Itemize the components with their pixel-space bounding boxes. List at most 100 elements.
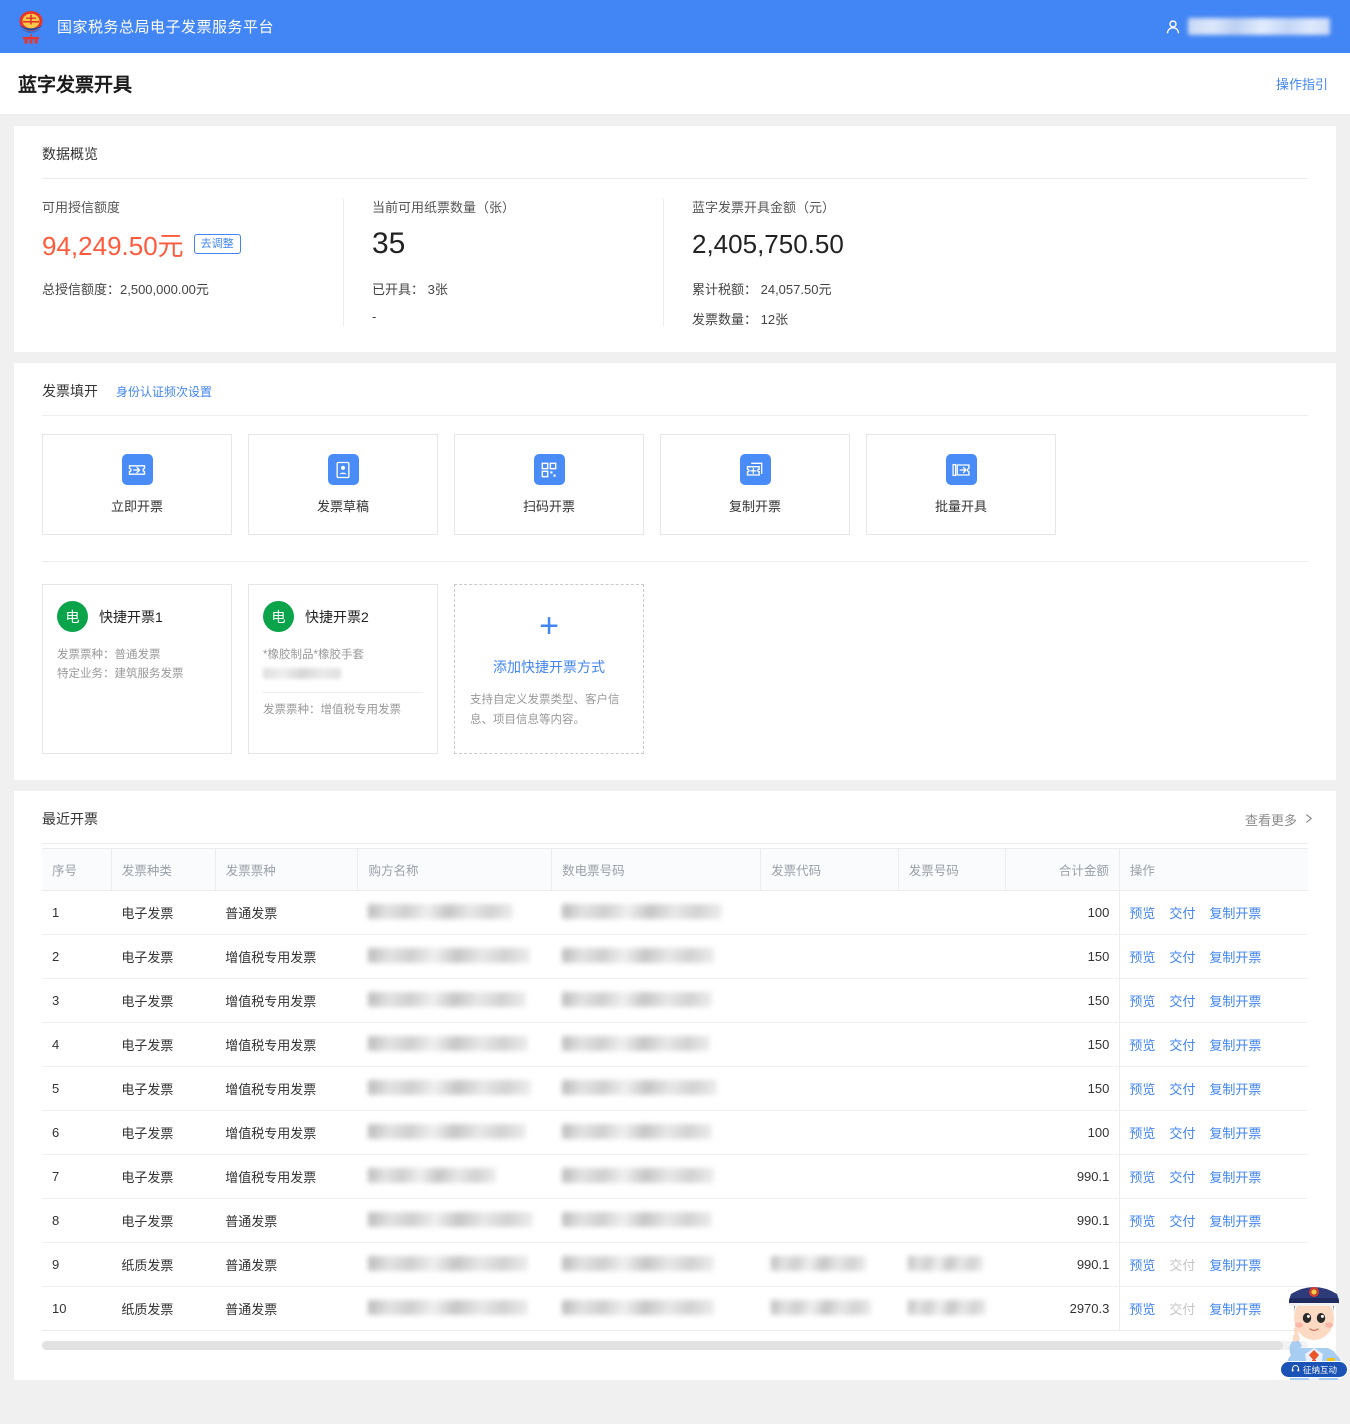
overview-body: 可用授信额度 94,249.50元 去调整 总授信额度：2,500,000.00… (14, 179, 1336, 352)
cell-invoice-kind: 纸质发票 (111, 1287, 215, 1331)
tile-issue-now[interactable]: 立即开票 (42, 434, 232, 535)
cell-invoice-kind: 电子发票 (111, 1155, 215, 1199)
tile-batch-issue[interactable]: 批量开具 (866, 434, 1056, 535)
preview-link[interactable]: 预览 (1129, 994, 1155, 1009)
paper-value: 35 (372, 227, 405, 261)
table-row: 6电子发票增值税专用发票100预览交付复制开票 (42, 1111, 1308, 1155)
quick-card-title: 快捷开票2 (305, 607, 369, 627)
table-row: 2电子发票增值税专用发票150预览交付复制开票 (42, 935, 1308, 979)
cell-invoice-no (898, 891, 1005, 935)
copy-invoice-link[interactable]: 复制开票 (1209, 906, 1261, 921)
tile-scan-code[interactable]: 扫码开票 (454, 434, 644, 535)
copy-invoice-link[interactable]: 复制开票 (1209, 994, 1261, 1009)
recent-title: 最近开票 (42, 809, 98, 829)
preview-link[interactable]: 预览 (1129, 906, 1155, 921)
preview-link[interactable]: 预览 (1129, 1126, 1155, 1141)
mascot-badge[interactable]: 征纳互动 (1280, 1361, 1348, 1378)
deliver-link[interactable]: 交付 (1169, 950, 1195, 965)
deliver-link[interactable]: 交付 (1169, 906, 1195, 921)
horizontal-scrollbar[interactable] (42, 1341, 1308, 1350)
invoice-batch-icon (946, 454, 977, 485)
table-row: 5电子发票增值税专用发票150预览交付复制开票 (42, 1067, 1308, 1111)
deliver-link[interactable]: 交付 (1169, 1038, 1195, 1053)
tile-invoice-draft[interactable]: 发票草稿 (248, 434, 438, 535)
add-quick-invoice-card[interactable]: + 添加快捷开票方式 支持自定义发票类型、客户信息、项目信息等内容。 (454, 584, 644, 754)
deliver-link[interactable]: 交付 (1169, 1082, 1195, 1097)
preview-link[interactable]: 预览 (1129, 1214, 1155, 1229)
col-total-amount: 合计金额 (1005, 849, 1119, 891)
page-title-bar: 蓝字发票开具 操作指引 (0, 53, 1350, 115)
deliver-link[interactable]: 交付 (1169, 1214, 1195, 1229)
redacted-value (562, 1168, 714, 1183)
preview-link[interactable]: 预览 (1129, 1302, 1155, 1317)
user-name-redacted (1188, 18, 1330, 35)
cell-buyer-name (358, 1199, 552, 1243)
quick-invoice-card-1[interactable]: 电 快捷开票1 发票票种：普通发票 特定业务：建筑服务发票 (42, 584, 232, 754)
cell-invoice-code (761, 1243, 899, 1287)
cell-invoice-type: 普通发票 (215, 1287, 358, 1331)
redacted-value (368, 1036, 528, 1051)
headset-icon (1291, 1364, 1300, 1375)
cell-invoice-no (898, 1243, 1005, 1287)
recent-table-wrapper: 序号 发票种类 发票票种 购方名称 数电票号码 发票代码 发票号码 合计金额 操… (14, 844, 1336, 1331)
tax-assistant-mascot[interactable]: 征纳互动 (1280, 1246, 1348, 1380)
copy-invoice-link[interactable]: 复制开票 (1209, 1126, 1261, 1141)
tile-copy-invoice[interactable]: 复制开票 (660, 434, 850, 535)
cell-invoice-code (761, 1199, 899, 1243)
cell-buyer-name (358, 1067, 552, 1111)
preview-link[interactable]: 预览 (1129, 950, 1155, 965)
redacted-value (908, 1300, 986, 1315)
cell-invoice-kind: 电子发票 (111, 891, 215, 935)
scrollbar-thumb[interactable] (42, 1341, 1283, 1350)
cell-operations: 预览交付复制开票 (1119, 891, 1308, 935)
adjust-credit-button[interactable]: 去调整 (194, 234, 241, 254)
paper-label: 当前可用纸票数量（张） (372, 197, 636, 216)
cell-digital-invoice-no (552, 1067, 761, 1111)
deliver-link[interactable]: 交付 (1169, 1170, 1195, 1185)
invoice-fill-card: 发票填开 身份认证频次设置 立即开票 (14, 363, 1336, 780)
preview-link[interactable]: 预览 (1129, 1258, 1155, 1273)
cell-total-amount: 150 (1005, 979, 1119, 1023)
table-row: 4电子发票增值税专用发票150预览交付复制开票 (42, 1023, 1308, 1067)
cell-total-amount: 150 (1005, 1067, 1119, 1111)
electronic-badge-icon: 电 (263, 601, 294, 632)
view-more-button[interactable]: 查看更多 (1245, 810, 1314, 829)
cell-buyer-name (358, 979, 552, 1023)
preview-link[interactable]: 预览 (1129, 1082, 1155, 1097)
cell-digital-invoice-no (552, 891, 761, 935)
redacted-value (368, 1124, 526, 1139)
cell-buyer-name (358, 935, 552, 979)
copy-invoice-link[interactable]: 复制开票 (1209, 1038, 1261, 1053)
invoice-draft-icon (328, 454, 359, 485)
identity-frequency-settings-link[interactable]: 身份认证频次设置 (116, 383, 212, 400)
redacted-value (771, 1256, 866, 1271)
copy-invoice-link[interactable]: 复制开票 (1209, 950, 1261, 965)
redacted-value (368, 1168, 496, 1183)
copy-invoice-link[interactable]: 复制开票 (1209, 1170, 1261, 1185)
redacted-value (562, 948, 714, 963)
quick-invoice-card-2[interactable]: 电 快捷开票2 *橡胶制品*橡胶手套 发票票种：增值税专用发票 (248, 584, 438, 754)
deliver-link[interactable]: 交付 (1169, 1126, 1195, 1141)
redacted-value (368, 904, 513, 919)
cell-invoice-kind: 纸质发票 (111, 1243, 215, 1287)
copy-invoice-link[interactable]: 复制开票 (1209, 1258, 1261, 1273)
copy-invoice-link[interactable]: 复制开票 (1209, 1302, 1261, 1317)
quick-card-line1: *橡胶制品*橡胶手套 (263, 646, 423, 665)
operation-guide-link[interactable]: 操作指引 (1276, 74, 1328, 93)
cell-operations: 预览交付复制开票 (1119, 979, 1308, 1023)
redacted-value (368, 1080, 531, 1095)
preview-link[interactable]: 预览 (1129, 1038, 1155, 1053)
divider (263, 692, 423, 693)
cell-invoice-type: 增值税专用发票 (215, 1023, 358, 1067)
user-menu[interactable] (1165, 18, 1336, 35)
tax-emblem-icon (14, 8, 48, 46)
cell-invoice-kind: 电子发票 (111, 979, 215, 1023)
copy-invoice-link[interactable]: 复制开票 (1209, 1214, 1261, 1229)
cell-digital-invoice-no (552, 1243, 761, 1287)
cell-invoice-no (898, 935, 1005, 979)
preview-link[interactable]: 预览 (1129, 1170, 1155, 1185)
cell-invoice-code (761, 935, 899, 979)
deliver-link[interactable]: 交付 (1169, 994, 1195, 1009)
redacted-value (562, 904, 722, 919)
copy-invoice-link[interactable]: 复制开票 (1209, 1082, 1261, 1097)
